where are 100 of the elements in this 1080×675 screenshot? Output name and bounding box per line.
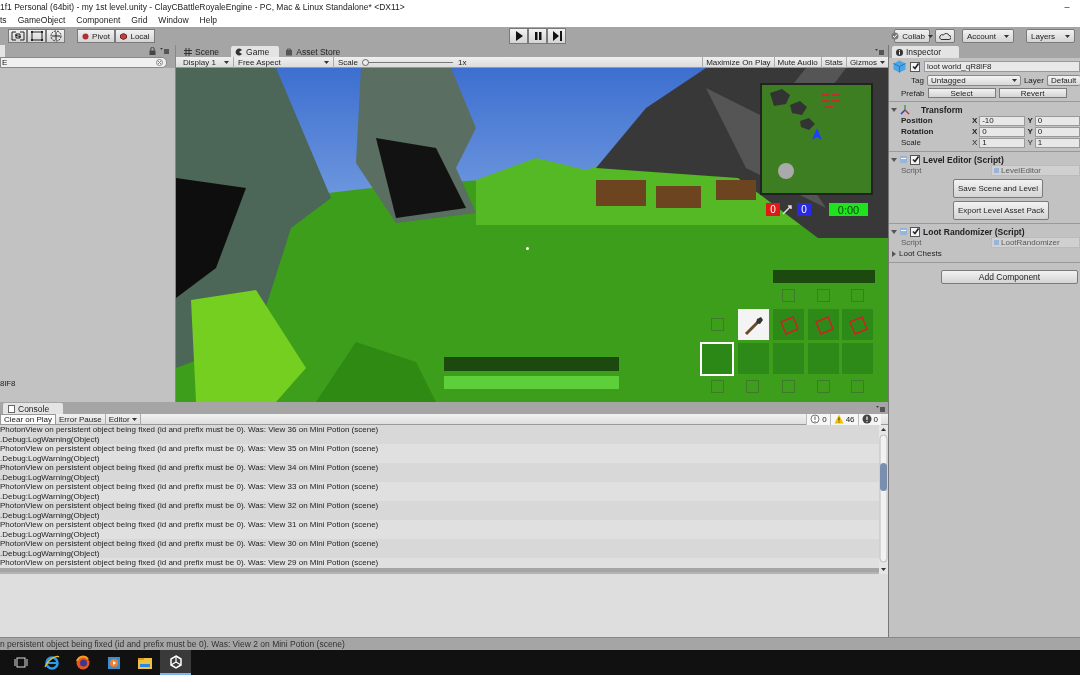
console-tab[interactable]: Console: [3, 403, 64, 414]
script-icon: [900, 228, 907, 235]
hotbar-slot[interactable]: [700, 342, 734, 376]
panel-tab[interactable]: Scene: [180, 46, 230, 57]
slider-thumb[interactable]: [362, 58, 369, 66]
menu-item[interactable]: Help: [199, 15, 218, 25]
menu-item[interactable]: ts: [0, 15, 7, 25]
log-message[interactable]: PhotonView on persistent object being fixed (id and prefix must be 0). Was: View 35 on Mini Potion (scene): [0, 444, 379, 454]
tool-button[interactable]: [46, 29, 65, 43]
caret-icon: [880, 60, 885, 64]
game-tab-icon: [235, 47, 244, 56]
error-counter[interactable]: 0: [857, 413, 881, 425]
number-field[interactable]: -10: [979, 115, 1025, 126]
info-icon: [896, 48, 903, 56]
scale-label: Scale: [338, 57, 358, 67]
checkbox[interactable]: [910, 154, 920, 165]
panel-menu-icon: [875, 49, 884, 55]
log-trace[interactable]: .Debug:LogWarning(Object): [0, 453, 100, 463]
editor-dropdown[interactable]: Editor: [105, 413, 141, 425]
caret-icon: [224, 60, 229, 64]
store-tab-icon: [285, 47, 294, 56]
search-field[interactable]: E: [0, 57, 167, 68]
taskbar-app[interactable]: [160, 650, 191, 675]
prefab-button[interactable]: Select: [927, 88, 996, 98]
log-message[interactable]: PhotonView on persistent object being fixed (id and prefix must be 0). Was: View 36 on Mini Potion (scene): [0, 425, 379, 435]
property-label: Script: [901, 238, 923, 247]
name-field[interactable]: loot world_qR8lF8: [924, 61, 1080, 72]
script-icon: [994, 168, 999, 173]
foldout[interactable]: Loot Chests: [889, 248, 1080, 259]
log-message[interactable]: PhotonView on persistent object being fixed (id and prefix must be 0). Was: View 30 on Mini Potion (scene): [0, 539, 379, 549]
foldout-icon[interactable]: [891, 156, 897, 163]
script-icon: [994, 240, 999, 245]
log-message[interactable]: PhotonView on persistent object being fixed (id and prefix must be 0). Was: View 31 on Mini Potion (scene): [0, 520, 379, 530]
number-field[interactable]: 0: [979, 126, 1025, 137]
log-trace[interactable]: .Debug:LogWarning(Object): [0, 472, 100, 482]
tool-button[interactable]: [27, 29, 46, 43]
log-trace[interactable]: .Debug:LogWarning(Object): [0, 529, 100, 539]
pivot-icon: [82, 32, 90, 40]
play-button[interactable]: [509, 28, 528, 44]
log-trace[interactable]: .Debug:LogWarning(Object): [0, 548, 100, 558]
toolbar-toggle[interactable]: Maximize On Play: [702, 56, 774, 68]
sword-icon: [782, 205, 794, 215]
warning-counter[interactable]: 46: [829, 413, 858, 425]
pivot-button[interactable]: Pivot: [77, 29, 115, 43]
cloud-button[interactable]: [935, 29, 955, 43]
component-title[interactable]: Transform: [921, 104, 963, 115]
checkbox[interactable]: [910, 61, 920, 72]
action-button[interactable]: Save Scene and Level: [953, 179, 1044, 198]
collab-button[interactable]: Collab: [894, 29, 930, 43]
prefab-button[interactable]: Revert: [998, 88, 1067, 98]
field-label: Tag: [911, 76, 924, 85]
log-trace[interactable]: .Debug:LogWarning(Object): [0, 510, 100, 520]
step-button[interactable]: [547, 28, 566, 44]
component-title[interactable]: Loot Randomizer (Script): [923, 226, 1025, 237]
number-field[interactable]: 0: [1034, 126, 1080, 137]
checkbox[interactable]: [910, 226, 920, 237]
account-dropdown[interactable]: Account: [962, 29, 1014, 43]
aspect-dropdown[interactable]: Free Aspect: [234, 56, 334, 68]
component-title[interactable]: Level Editor (Script): [923, 154, 1004, 165]
display-dropdown[interactable]: Display 1: [179, 56, 234, 68]
log-message[interactable]: PhotonView on persistent object being fixed (id and prefix must be 0). Was: View 34 on Mini Potion (scene): [0, 463, 379, 473]
empty-slot: [711, 318, 724, 331]
rect-tool-icon: [28, 30, 45, 42]
info-counter[interactable]: 0: [806, 413, 830, 425]
number-field[interactable]: 1: [979, 137, 1025, 148]
local-button[interactable]: Local: [115, 29, 155, 43]
toolbar-toggle[interactable]: Mute Audio: [773, 56, 821, 68]
minimize-button[interactable]: –: [1054, 1, 1080, 12]
menu-item[interactable]: Component: [76, 15, 121, 25]
log-trace[interactable]: .Debug:LogWarning(Object): [0, 434, 100, 444]
menu-item[interactable]: Window: [158, 15, 189, 25]
log-trace[interactable]: .Debug:LogWarning(Object): [0, 491, 100, 501]
toggle-button[interactable]: Clear on Play: [0, 413, 57, 425]
number-field[interactable]: 1: [1034, 137, 1080, 148]
layers-dropdown[interactable]: Layers: [1026, 29, 1075, 43]
hierarchy-item[interactable]: 8lF8: [0, 379, 16, 388]
log-message[interactable]: PhotonView on persistent object being fixed (id and prefix must be 0). Was: View 32 on Mini Potion (scene): [0, 501, 379, 511]
action-button[interactable]: Export Level Asset Pack: [953, 201, 1050, 220]
pause-button[interactable]: [528, 28, 547, 44]
number-field[interactable]: 0: [1034, 115, 1080, 126]
panel-tab[interactable]: Asset Store: [281, 46, 351, 57]
menu-item[interactable]: GameObject: [17, 15, 66, 25]
panel-tab[interactable]: Game: [231, 46, 280, 57]
menu-item[interactable]: Grid: [131, 15, 148, 25]
toggle-button[interactable]: Error Pause: [56, 413, 106, 425]
lock-icon[interactable]: [149, 47, 156, 55]
tool-button[interactable]: [8, 29, 27, 43]
log-message[interactable]: PhotonView on persistent object being fixed (id and prefix must be 0). Was: View 33 on Mini Potion (scene): [0, 482, 379, 492]
scrollbar[interactable]: [879, 425, 888, 574]
empty-slot: [746, 380, 759, 393]
axis-label: Y: [1027, 138, 1034, 147]
foldout-icon[interactable]: [891, 228, 897, 235]
info-icon: [810, 414, 821, 424]
add-component-button[interactable]: Add Component: [941, 270, 1078, 284]
tag-dropdown[interactable]: Untagged: [926, 75, 1021, 86]
clear-icon[interactable]: [156, 59, 163, 66]
layer-dropdown[interactable]: Default: [1046, 75, 1080, 86]
inspector-tab[interactable]: Inspector: [892, 46, 959, 58]
toolbar-toggle[interactable]: Stats: [820, 56, 846, 68]
foldout-icon[interactable]: [891, 106, 897, 113]
